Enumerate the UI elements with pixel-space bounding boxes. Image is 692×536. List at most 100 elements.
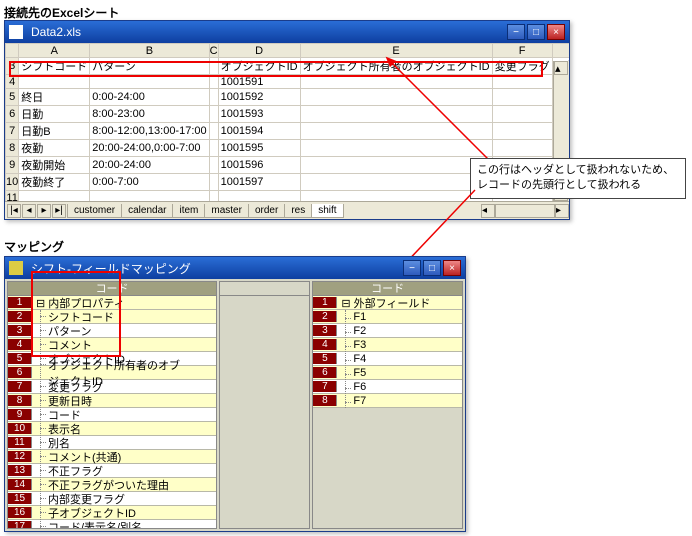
- cell[interactable]: 1001595: [218, 140, 300, 157]
- cell[interactable]: [90, 75, 209, 89]
- cell[interactable]: 1001591: [218, 75, 300, 89]
- cell[interactable]: [300, 174, 492, 191]
- tab-nav-next[interactable]: ▸: [37, 204, 51, 218]
- sheet-tab[interactable]: item: [172, 204, 205, 218]
- row-header[interactable]: 6: [6, 106, 19, 123]
- cell[interactable]: [300, 157, 492, 174]
- cell[interactable]: [90, 191, 209, 202]
- cell[interactable]: [300, 75, 492, 89]
- annotation-line2: レコードの先頭行として扱われる: [477, 178, 679, 193]
- row-header[interactable]: 10: [6, 174, 19, 191]
- cell[interactable]: [209, 106, 218, 123]
- cell[interactable]: [300, 106, 492, 123]
- hscroll-right[interactable]: ▸: [555, 204, 569, 218]
- cell[interactable]: 1001594: [218, 123, 300, 140]
- cell[interactable]: [209, 140, 218, 157]
- row-header[interactable]: 7: [6, 123, 19, 140]
- hscroll-left[interactable]: ◂: [481, 204, 495, 218]
- property-row[interactable]: 2F1: [313, 310, 462, 324]
- property-row[interactable]: 1⊟ 外部フィールド: [313, 296, 462, 310]
- property-row[interactable]: 8F7: [313, 394, 462, 408]
- tab-nav-first[interactable]: |◂: [7, 204, 21, 218]
- cell[interactable]: [300, 123, 492, 140]
- cell[interactable]: [218, 191, 300, 202]
- cell[interactable]: 1001596: [218, 157, 300, 174]
- row-header[interactable]: 9: [6, 157, 19, 174]
- cell[interactable]: [209, 75, 218, 89]
- cell[interactable]: 0:00-7:00: [90, 174, 209, 191]
- cell[interactable]: 夜勤開始: [19, 157, 90, 174]
- row-number: 5: [8, 353, 32, 364]
- property-row[interactable]: 5F4: [313, 352, 462, 366]
- row-header[interactable]: 8: [6, 140, 19, 157]
- col-header[interactable]: C: [209, 44, 218, 58]
- col-header[interactable]: E: [300, 44, 492, 58]
- cell[interactable]: [209, 157, 218, 174]
- mapping-minimize-button[interactable]: −: [403, 260, 421, 276]
- cell[interactable]: [492, 106, 552, 123]
- property-row[interactable]: 4F3: [313, 338, 462, 352]
- cell[interactable]: 8:00-12:00,13:00-17:00: [90, 123, 209, 140]
- cell[interactable]: 夜勤終了: [19, 174, 90, 191]
- cell[interactable]: [492, 140, 552, 157]
- cell[interactable]: [19, 75, 90, 89]
- sheet-tab[interactable]: customer: [67, 204, 122, 218]
- sheet-tab[interactable]: shift: [311, 204, 343, 218]
- cell[interactable]: [209, 58, 218, 75]
- tab-nav-prev[interactable]: ◂: [22, 204, 36, 218]
- cell[interactable]: オブジェクト所有者のオブジェクトID: [300, 58, 492, 75]
- col-header[interactable]: F: [492, 44, 552, 58]
- cell[interactable]: シフトコード: [19, 58, 90, 75]
- cell[interactable]: [209, 89, 218, 106]
- property-row[interactable]: 7F6: [313, 380, 462, 394]
- mapping-maximize-button[interactable]: □: [423, 260, 441, 276]
- cell[interactable]: [492, 89, 552, 106]
- cell[interactable]: [209, 191, 218, 202]
- cell[interactable]: [492, 75, 552, 89]
- row-header[interactable]: 11: [6, 191, 19, 202]
- cell[interactable]: [300, 191, 492, 202]
- cell[interactable]: 20:00-24:00,0:00-7:00: [90, 140, 209, 157]
- cell[interactable]: [300, 140, 492, 157]
- cell[interactable]: [209, 174, 218, 191]
- maximize-button[interactable]: □: [527, 24, 545, 40]
- sheet-tab[interactable]: res: [284, 204, 312, 218]
- cell[interactable]: 日勤B: [19, 123, 90, 140]
- col-header[interactable]: D: [218, 44, 300, 58]
- cell[interactable]: 1001592: [218, 89, 300, 106]
- cell[interactable]: [19, 191, 90, 202]
- cell[interactable]: 日勤: [19, 106, 90, 123]
- col-header[interactable]: B: [90, 44, 209, 58]
- cell[interactable]: 1001593: [218, 106, 300, 123]
- cell[interactable]: 終日: [19, 89, 90, 106]
- property-row[interactable]: 6F5: [313, 366, 462, 380]
- mapping-close-button[interactable]: ×: [443, 260, 461, 276]
- row-header[interactable]: 3: [6, 58, 19, 75]
- scroll-up-button[interactable]: ▴: [554, 61, 568, 75]
- cell[interactable]: [300, 89, 492, 106]
- col-header[interactable]: A: [19, 44, 90, 58]
- property-row[interactable]: 3F2: [313, 324, 462, 338]
- row-header[interactable]: 4: [6, 75, 19, 89]
- minimize-button[interactable]: −: [507, 24, 525, 40]
- cell[interactable]: オブジェクトID: [218, 58, 300, 75]
- row-number: 17: [8, 521, 32, 528]
- cell[interactable]: パターン: [90, 58, 209, 75]
- row-header[interactable]: 5: [6, 89, 19, 106]
- cell[interactable]: 夜勤: [19, 140, 90, 157]
- cell[interactable]: 0:00-24:00: [90, 89, 209, 106]
- sheet-tab[interactable]: master: [204, 204, 249, 218]
- left-panel: コード 1⊟ 内部プロパティ2シフトコード3パターン4コメント5オブジェクトID…: [7, 281, 217, 529]
- sheet-tab[interactable]: calendar: [121, 204, 173, 218]
- col-header[interactable]: G: [552, 44, 569, 58]
- hscroll-track[interactable]: [495, 204, 555, 218]
- cell[interactable]: 変更フラグ: [492, 58, 552, 75]
- cell[interactable]: [209, 123, 218, 140]
- cell[interactable]: 1001597: [218, 174, 300, 191]
- cell[interactable]: 20:00-24:00: [90, 157, 209, 174]
- sheet-tab[interactable]: order: [248, 204, 285, 218]
- cell[interactable]: [492, 123, 552, 140]
- close-button[interactable]: ×: [547, 24, 565, 40]
- tab-nav-last[interactable]: ▸|: [52, 204, 66, 218]
- cell[interactable]: 8:00-23:00: [90, 106, 209, 123]
